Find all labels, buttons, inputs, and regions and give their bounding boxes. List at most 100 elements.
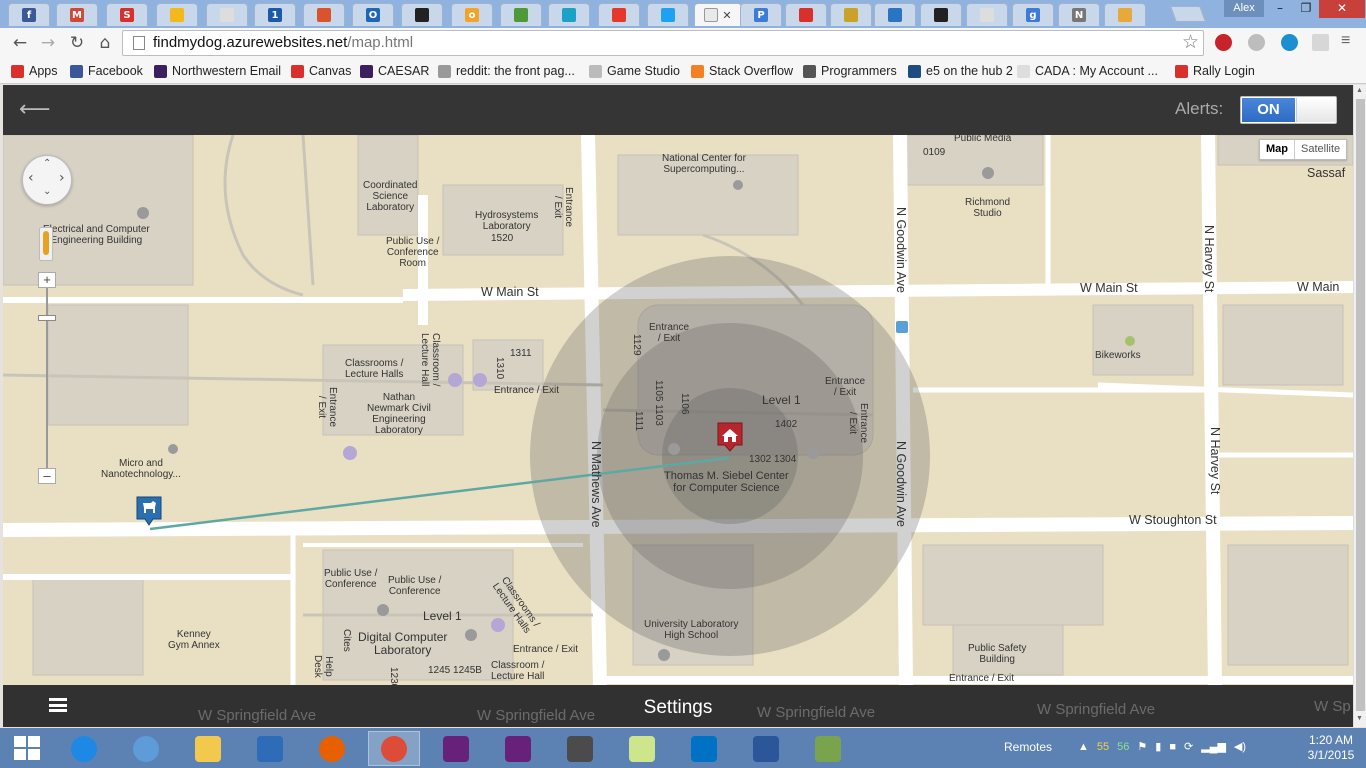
reload-button[interactable]: ↻ xyxy=(66,32,88,54)
bookmark-item[interactable]: Stack Overflow xyxy=(691,62,793,80)
browser-tab[interactable] xyxy=(966,3,1008,26)
bookmark-item[interactable]: Northwestern Email xyxy=(154,62,281,80)
visual-studio-2-taskbar-button[interactable] xyxy=(492,731,544,766)
browser-tab-active[interactable]: ✕ xyxy=(694,3,742,26)
alerts-toggle[interactable]: ON xyxy=(1240,96,1337,124)
page-scrollbar[interactable]: ▲ ▼ xyxy=(1353,85,1366,727)
browser-tab[interactable] xyxy=(647,3,689,26)
windows-start-button[interactable] xyxy=(14,736,40,760)
file-explorer-taskbar-button[interactable] xyxy=(182,731,234,766)
maximize-button[interactable]: ❐ xyxy=(1292,0,1320,18)
browser-tab[interactable]: o xyxy=(451,3,493,26)
browser-tab[interactable] xyxy=(830,3,872,26)
pan-up-icon[interactable]: ⌃ xyxy=(43,158,51,169)
browser-tab[interactable] xyxy=(303,3,345,26)
tray-number[interactable]: 56 xyxy=(1117,741,1129,753)
pan-control[interactable]: ⌃ ⌄ ‹ › xyxy=(22,155,72,205)
bookmark-item[interactable]: Facebook xyxy=(70,62,143,80)
browser-tab[interactable]: P xyxy=(740,3,782,26)
browser-tab[interactable]: S xyxy=(106,3,148,26)
bookmark-item[interactable]: Game Studio xyxy=(589,62,680,80)
minimize-button[interactable]: – xyxy=(1266,0,1294,18)
browser-tab[interactable] xyxy=(500,3,542,26)
browser-tab[interactable]: N xyxy=(1058,3,1100,26)
extension-info-icon[interactable] xyxy=(1281,34,1298,51)
pan-right-icon[interactable]: › xyxy=(59,170,65,186)
pan-left-icon[interactable]: ‹ xyxy=(28,170,34,186)
map-canvas[interactable]: W Main St W Main St W Main W Stoughton S… xyxy=(3,135,1353,685)
zoom-slider-track[interactable] xyxy=(46,285,48,475)
settings-bar[interactable]: Settings W Springfield Ave W Springfield… xyxy=(3,685,1353,727)
forward-button[interactable]: → xyxy=(37,32,59,54)
sublime-taskbar-button[interactable] xyxy=(554,731,606,766)
zoom-slider-handle[interactable] xyxy=(38,315,56,321)
box-icon[interactable]: ■ xyxy=(1169,741,1176,753)
signal-icon[interactable]: ▂▄▆ xyxy=(1201,740,1226,753)
close-window-button[interactable]: ✕ xyxy=(1319,0,1365,18)
lync-taskbar-button[interactable] xyxy=(678,731,730,766)
street-view-pegman-icon[interactable] xyxy=(39,227,53,261)
browser-tab[interactable] xyxy=(785,3,827,26)
extension-stop-icon[interactable] xyxy=(1215,34,1232,51)
visual-studio-taskbar-button[interactable] xyxy=(430,731,482,766)
extension-chat-icon[interactable] xyxy=(1248,34,1265,51)
safari-taskbar-button[interactable] xyxy=(120,731,172,766)
scroll-down-icon[interactable]: ▼ xyxy=(1356,715,1363,722)
bookmark-label: Programmers xyxy=(821,64,897,78)
tray-expand-icon[interactable]: ▲ xyxy=(1078,741,1089,753)
home-button[interactable]: ⌂ xyxy=(94,32,116,54)
browser-tab[interactable]: O xyxy=(352,3,394,26)
remotes-label[interactable]: Remotes xyxy=(1004,740,1052,754)
zoom-out-button[interactable]: – xyxy=(38,468,56,484)
bookmark-item[interactable]: e5 on the hub 2 xyxy=(908,62,1013,80)
map-type-map-button[interactable]: Map xyxy=(1260,140,1295,159)
alerts-toggle-knob[interactable] xyxy=(1296,98,1336,122)
back-arrow-icon[interactable]: ⟵ xyxy=(19,97,51,122)
volume-icon[interactable]: ◀) xyxy=(1234,740,1246,753)
bookmark-item[interactable]: Rally Login xyxy=(1175,62,1255,80)
bookmark-item[interactable]: Programmers xyxy=(803,62,897,80)
browser-tab[interactable] xyxy=(206,3,248,26)
browser-tab[interactable] xyxy=(1104,3,1146,26)
internet-explorer-taskbar-button[interactable] xyxy=(58,731,110,766)
bookmark-item[interactable]: Apps xyxy=(11,62,58,80)
close-tab-icon[interactable]: ✕ xyxy=(722,9,731,22)
task-manager-taskbar-button[interactable] xyxy=(802,731,854,766)
map-type-satellite-button[interactable]: Satellite xyxy=(1295,140,1346,159)
pan-down-icon[interactable]: ⌄ xyxy=(43,186,51,197)
browser-tab[interactable] xyxy=(548,3,590,26)
browser-tab[interactable] xyxy=(156,3,198,26)
flag-icon[interactable]: ⚑ xyxy=(1137,740,1147,753)
bookmark-item[interactable]: CAESAR xyxy=(360,62,429,80)
sticky-notes-taskbar-button[interactable] xyxy=(616,731,668,766)
browser-tab[interactable]: M xyxy=(56,3,98,26)
new-tab-button[interactable] xyxy=(1170,6,1206,22)
browser-tab[interactable] xyxy=(920,3,962,26)
tray-number[interactable]: 55 xyxy=(1097,741,1109,753)
battery-icon[interactable]: ▮ xyxy=(1155,740,1161,753)
zoom-in-button[interactable]: + xyxy=(38,272,56,288)
word-taskbar-button[interactable] xyxy=(740,731,792,766)
back-button[interactable]: ← xyxy=(9,32,31,54)
bookmark-item[interactable]: CADA : My Account ... xyxy=(1017,62,1158,80)
browser-tab[interactable] xyxy=(874,3,916,26)
browser-tab[interactable] xyxy=(401,3,443,26)
system-clock[interactable]: 1:20 AM 3/1/2015 xyxy=(1302,733,1360,763)
bookmark-star-icon[interactable]: ☆ xyxy=(1182,31,1199,54)
address-bar[interactable]: findmydog.azurewebsites.net/map.html xyxy=(122,30,1204,56)
bookmark-item[interactable]: reddit: the front pag... xyxy=(438,62,575,80)
browser-tab[interactable]: f xyxy=(8,3,50,26)
browser-tab[interactable] xyxy=(598,3,640,26)
scrollbar-thumb[interactable] xyxy=(1356,99,1365,711)
scroll-up-icon[interactable]: ▲ xyxy=(1356,87,1363,94)
browser-tab[interactable]: g xyxy=(1012,3,1054,26)
chrome-menu-icon[interactable]: ≡ xyxy=(1341,32,1358,49)
sync-icon[interactable]: ⟳ xyxy=(1184,740,1193,753)
firefox-taskbar-button[interactable] xyxy=(306,731,358,766)
extension-doc-icon[interactable] xyxy=(1312,34,1329,51)
network-taskbar-button[interactable] xyxy=(244,731,296,766)
chrome-taskbar-button[interactable] xyxy=(368,731,420,766)
bookmark-item[interactable]: Canvas xyxy=(291,62,351,80)
browser-tab[interactable]: 1 xyxy=(254,3,296,26)
user-profile-button[interactable]: Alex xyxy=(1224,0,1264,17)
